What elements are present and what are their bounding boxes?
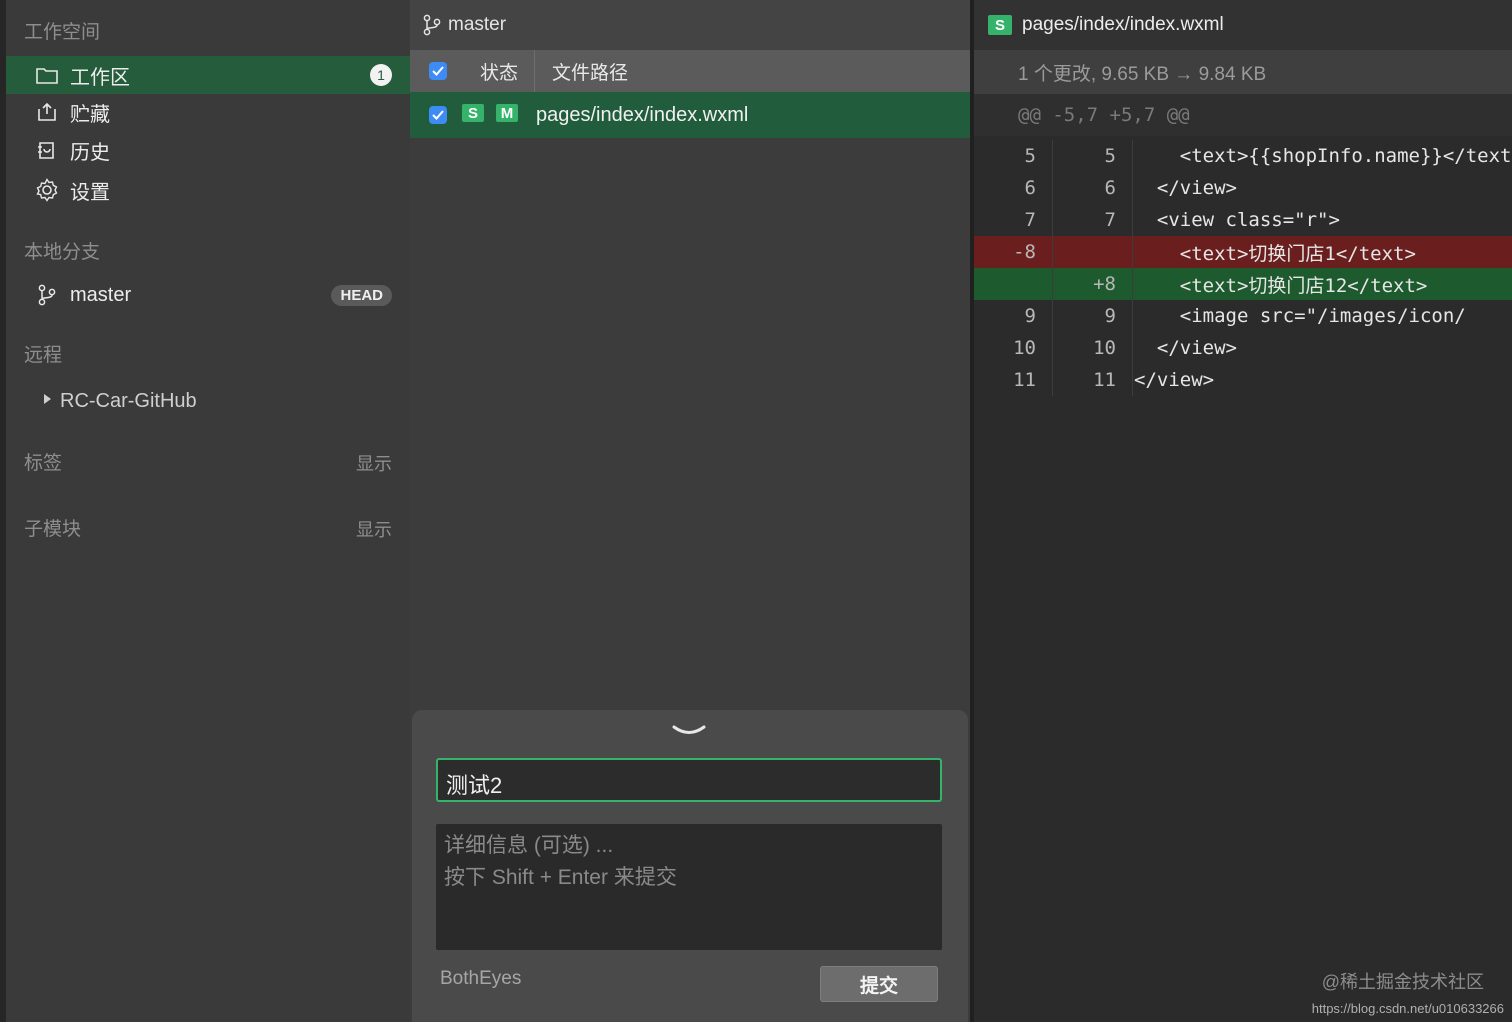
staged-tag: S: [462, 104, 484, 122]
code-text: </view>: [1134, 337, 1237, 359]
code-text: </view>: [1134, 177, 1237, 199]
old-line-number: 10: [1013, 337, 1036, 359]
code-text: <text>切换门店12</text>: [1134, 274, 1428, 297]
file-row[interactable]: S M pages/index/index.wxml: [410, 92, 970, 138]
commit-summary-input[interactable]: 测试2: [436, 758, 942, 802]
code-text: <image src="/images/icon/: [1134, 305, 1466, 327]
added-line[interactable]: +8 <text>切换门店12</text>: [974, 268, 1512, 300]
sidebar-item-history[interactable]: 历史: [6, 131, 410, 169]
sidebar-item-settings[interactable]: 设置: [6, 171, 410, 209]
file-table-header: 状态 文件路径: [410, 50, 970, 92]
old-line-number: 9: [1024, 305, 1036, 327]
new-line-number: 6: [1104, 177, 1116, 199]
diff-file-title: S pages/index/index.wxml: [974, 0, 1512, 50]
branch-icon: [422, 14, 442, 36]
source-url: https://blog.csdn.net/u010633266: [1311, 1001, 1504, 1016]
column-divider: [534, 50, 535, 92]
code-text: </view>: [1134, 369, 1215, 391]
branch-name: master: [70, 283, 132, 306]
remote-name: RC-Car-GitHub: [60, 389, 197, 412]
triangle-right-icon[interactable]: [42, 392, 52, 410]
deleted-line[interactable]: -8 <text>切换门店1</text>: [974, 236, 1512, 268]
detail-placeholder-line2: 按下 Shift + Enter 来提交: [444, 866, 677, 889]
sidebar: 工作空间 工作区 1 贮藏 历史 设置 本地分支 master HEAD 远程: [0, 0, 410, 1022]
file-checkbox[interactable]: [429, 106, 447, 124]
changes-panel: master 状态 文件路径 S M pages/index/index.wxm…: [410, 0, 970, 1022]
submodules-section-title: 子模块: [24, 519, 82, 540]
sidebar-item-stash[interactable]: 贮藏: [6, 93, 410, 131]
branch-header: master: [410, 0, 970, 50]
modified-tag: M: [496, 104, 518, 122]
stash-icon: [34, 99, 60, 125]
new-line-number: 9: [1104, 305, 1116, 327]
sidebar-item-label: 设置: [70, 181, 110, 204]
commit-panel: 测试2 详细信息 (可选) ... 按下 Shift + Enter 来提交 B…: [412, 710, 968, 1022]
branch-icon: [34, 282, 60, 308]
diff-line[interactable]: 10 10 </view>: [974, 332, 1512, 364]
code-text: <view class="r">: [1134, 209, 1340, 231]
old-line-number: 5: [1024, 145, 1036, 167]
commit-author: BothEyes: [440, 968, 522, 989]
head-badge: HEAD: [331, 284, 392, 306]
hunk-header: @@ -5,7 +5,7 @@: [974, 94, 1512, 136]
diff-line[interactable]: 5 5 <text>{{shopInfo.name}}</text>: [974, 140, 1512, 172]
history-icon: [34, 137, 60, 163]
code-text: <text>切换门店1</text>: [1134, 242, 1416, 265]
diff-lines: 5 5 <text>{{shopInfo.name}}</text> 6 6 </v…: [974, 140, 1512, 396]
new-line-number: +8: [1093, 273, 1116, 295]
diff-line[interactable]: 7 7 <view class="r">: [974, 204, 1512, 236]
local-branches-title: 本地分支: [24, 242, 101, 263]
gutter-divider: [1052, 140, 1053, 396]
diff-panel: S pages/index/index.wxml 1 个更改, 9.65 KB …: [970, 0, 1512, 1022]
commit-detail-textarea[interactable]: 详细信息 (可选) ... 按下 Shift + Enter 来提交: [436, 824, 942, 950]
diff-summary: 1 个更改, 9.65 KB → 9.84 KB: [974, 50, 1512, 94]
folder-icon: [34, 62, 60, 88]
old-line-number: 7: [1024, 209, 1036, 231]
sidebar-item-label: 工作区: [70, 66, 130, 89]
remote-item[interactable]: RC-Car-GitHub: [6, 382, 410, 420]
diff-line[interactable]: 11 11 </view>: [974, 364, 1512, 396]
path-column-header[interactable]: 文件路径: [552, 58, 628, 85]
old-line-number: 11: [1013, 369, 1036, 391]
change-count-badge: 1: [370, 64, 392, 86]
file-path: pages/index/index.wxml: [536, 103, 749, 126]
sidebar-item-label: 贮藏: [70, 103, 110, 126]
new-line-number: 5: [1104, 145, 1116, 167]
tags-show-button[interactable]: 显示: [356, 450, 392, 476]
commit-submit-button[interactable]: 提交: [820, 966, 938, 1002]
new-line-number: 11: [1093, 369, 1116, 391]
sidebar-item-label: 历史: [70, 141, 110, 164]
staged-tag: S: [988, 15, 1012, 35]
diff-line[interactable]: 6 6 </view>: [974, 172, 1512, 204]
submodules-show-button[interactable]: 显示: [356, 516, 392, 542]
detail-placeholder-line1: 详细信息 (可选) ...: [444, 834, 614, 857]
diff-file-path: pages/index/index.wxml: [1022, 14, 1224, 35]
sidebar-item-workspace[interactable]: 工作区 1: [6, 56, 410, 94]
diff-line[interactable]: 9 9 <image src="/images/icon/: [974, 300, 1512, 332]
watermark: @稀土掘金技术社区: [1321, 972, 1484, 992]
old-line-number: -8: [1013, 241, 1036, 263]
chevron-down-icon[interactable]: [672, 724, 706, 743]
old-line-number: 6: [1024, 177, 1036, 199]
gear-icon: [34, 177, 60, 203]
select-all-checkbox[interactable]: [429, 62, 447, 80]
branch-item-master[interactable]: master HEAD: [6, 276, 410, 314]
remote-section-title: 远程: [24, 345, 63, 366]
tags-section-title: 标签: [24, 453, 63, 474]
new-line-number: 7: [1104, 209, 1116, 231]
gutter-divider: [1132, 140, 1133, 396]
code-text: <text>{{shopInfo.name}}</text>: [1134, 145, 1512, 167]
current-branch-name: master: [448, 14, 507, 35]
status-column-header[interactable]: 状态: [480, 58, 518, 85]
workspace-section-title: 工作空间: [24, 22, 101, 43]
new-line-number: 10: [1093, 337, 1116, 359]
